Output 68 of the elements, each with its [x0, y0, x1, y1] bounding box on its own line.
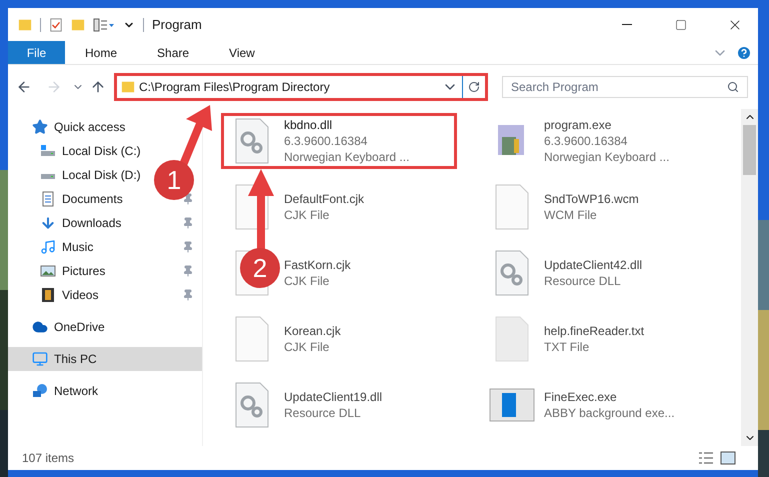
file-detail: CJK File — [284, 273, 330, 289]
navigation-item[interactable]: Local Disk (C:) — [62, 142, 141, 160]
file-detail: CJK File — [284, 339, 330, 355]
properties-icon[interactable] — [49, 18, 63, 32]
navigation-item[interactable]: Downloads — [62, 214, 122, 232]
ribbon-tab[interactable]: Share — [137, 41, 210, 64]
file-detail: Resource DLL — [284, 405, 362, 421]
view-options-icon[interactable] — [93, 18, 115, 32]
cloud-icon — [32, 319, 48, 335]
file-detail: 6.3.9600.16384 — [284, 133, 368, 149]
refresh-icon[interactable] — [468, 81, 480, 93]
file-name[interactable]: UpdateClient42.dll — [544, 257, 642, 273]
file-detail: Resource DLL — [544, 273, 622, 289]
navigation-item[interactable]: Videos — [62, 286, 98, 304]
file-name[interactable]: program.exe — [544, 117, 670, 133]
film-icon — [40, 287, 56, 303]
search-box[interactable]: Search Program — [502, 76, 748, 98]
ribbon-tab[interactable]: View — [209, 41, 275, 64]
file-name[interactable]: help.fineReader.txt — [544, 323, 644, 339]
file-name[interactable]: FineExec.exe — [544, 389, 675, 405]
document-icon — [40, 191, 56, 207]
navigation-item[interactable]: OneDrive — [54, 318, 105, 336]
scroll-thumb[interactable] — [743, 125, 756, 175]
computer-icon — [32, 351, 48, 367]
navigation-item[interactable]: Pictures — [62, 262, 106, 280]
file-detail: Norwegian Keyboard ... — [284, 149, 410, 165]
file-detail: WCM File — [544, 207, 598, 223]
file-detail: TXT File — [544, 339, 590, 355]
minimize-icon — [622, 24, 632, 25]
drive-icon — [40, 143, 56, 159]
ribbon-tab[interactable]: File — [8, 41, 65, 64]
navigation-item[interactable]: This PC — [54, 350, 97, 368]
network-icon — [32, 383, 48, 399]
address-bar[interactable]: C:\Program Files\Program Directory — [114, 73, 488, 101]
item-count: 107 items — [22, 450, 74, 467]
file-detail: 6.3.9600.16384 — [544, 133, 628, 149]
file-name[interactable]: FastKorn.cjk — [284, 257, 351, 273]
maximize-icon — [675, 18, 687, 30]
music-note-icon — [40, 239, 56, 255]
download-icon — [40, 215, 56, 231]
navigation-item[interactable]: Quick access — [54, 118, 126, 136]
file-name[interactable]: kbdno.dll — [284, 117, 410, 133]
address-path: C:\Program Files\Program Directory — [139, 79, 331, 96]
ribbon-tab[interactable]: Home — [65, 41, 138, 64]
search-icon — [727, 81, 739, 93]
file-detail: CJK File — [284, 207, 330, 223]
details-view-icon[interactable] — [698, 451, 714, 465]
file-detail: Norwegian Keyboard ... — [544, 149, 670, 165]
picture-icon — [40, 263, 56, 279]
scrollbar[interactable] — [741, 109, 758, 446]
file-name[interactable]: Korean.cjk — [284, 323, 341, 339]
up-icon[interactable] — [90, 79, 106, 95]
large-icons-view-icon[interactable] — [720, 451, 736, 465]
help-icon[interactable] — [736, 44, 752, 60]
drive-icon — [40, 174, 56, 180]
file-name[interactable]: SndToWP16.wcm — [544, 191, 639, 207]
file-name[interactable]: DefaultFont.cjk — [284, 191, 364, 207]
file-name[interactable]: UpdateClient19.dll — [284, 389, 382, 405]
back-icon[interactable] — [16, 79, 32, 95]
navigation-item[interactable]: Music — [62, 238, 94, 256]
star-icon — [32, 119, 48, 135]
navigation-item[interactable]: Documents — [62, 190, 123, 208]
navigation-item[interactable]: Local Disk (D:) — [62, 166, 141, 184]
window-title: Program — [152, 16, 202, 34]
search-input[interactable]: Search Program — [511, 78, 727, 96]
folder-icon — [121, 80, 135, 94]
file-detail: ABBY background exe... — [544, 405, 675, 421]
navigation-item[interactable]: Network — [54, 382, 98, 400]
